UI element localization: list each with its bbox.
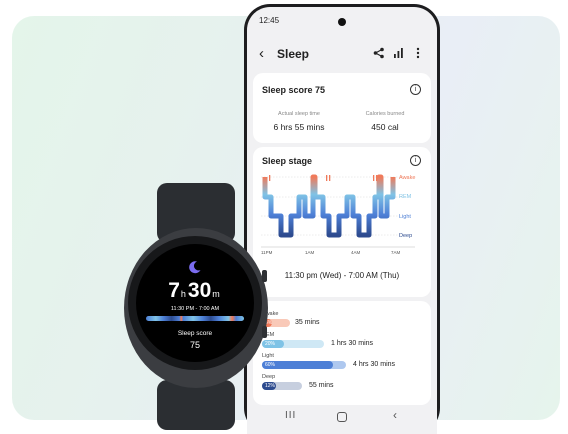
watch-minutes: 30 bbox=[187, 279, 212, 302]
deep-duration: 55 mins bbox=[309, 382, 334, 389]
watch-time-range: 11:30 PM - 7:00 AM bbox=[170, 306, 220, 312]
watch-side-button[interactable] bbox=[262, 326, 267, 338]
watch-crown-button[interactable] bbox=[262, 270, 267, 282]
actual-sleep-label: Actual sleep time bbox=[278, 111, 320, 117]
light-duration: 4 hrs 30 mins bbox=[353, 361, 396, 368]
tick-4am: 4AM bbox=[351, 250, 361, 255]
watch-hours-unit: h bbox=[180, 289, 186, 299]
stage-label-light: Light bbox=[399, 214, 411, 220]
more-icon[interactable] bbox=[415, 46, 421, 60]
moon-icon bbox=[189, 261, 201, 274]
rem-percent: 20% bbox=[265, 341, 276, 347]
watch-hours: 7 bbox=[168, 279, 180, 302]
light-bar: 60% bbox=[262, 361, 346, 369]
watch-minutes-unit: m bbox=[212, 289, 220, 299]
watch-stage-bar bbox=[146, 316, 244, 321]
calories-value: 450 cal bbox=[371, 122, 399, 132]
sleep-score-card[interactable]: Sleep score 75 i Actual sleep time 6 hrs… bbox=[253, 73, 431, 143]
awake-duration: 35 mins bbox=[295, 319, 320, 326]
recent-apps-button[interactable]: III bbox=[285, 410, 296, 421]
home-button[interactable] bbox=[337, 412, 347, 422]
watch-score: 75 bbox=[189, 340, 200, 350]
rem-bar: 20% bbox=[262, 340, 324, 348]
sleep-score-title: Sleep score 75 bbox=[262, 85, 326, 95]
page-title: Sleep bbox=[277, 47, 310, 61]
front-camera bbox=[338, 18, 346, 26]
info-icon[interactable]: i bbox=[410, 155, 421, 166]
sleep-time-range: 11:30 pm (Wed) - 7:00 AM (Thu) bbox=[284, 271, 400, 280]
share-icon[interactable] bbox=[372, 46, 386, 60]
actual-sleep-value: 6 hrs 55 mins bbox=[273, 122, 325, 132]
watch-score-label: Sleep score bbox=[177, 330, 213, 337]
sleep-stage-title: Sleep stage bbox=[262, 156, 313, 166]
tick-1am: 1AM bbox=[305, 250, 315, 255]
sleep-stage-card[interactable]: Sleep stage i Awake REM Light Deep 11PM … bbox=[253, 147, 431, 297]
rem-duration: 1 hrs 30 mins bbox=[331, 340, 374, 347]
stage-label-awake: Awake bbox=[399, 175, 415, 181]
tick-7am: 7AM bbox=[391, 250, 401, 255]
stage-breakdown-card: Awake 5% 35 mins REM 20% 1 hrs 30 mins L… bbox=[253, 301, 431, 405]
deep-percent: 12% bbox=[265, 383, 276, 389]
back-icon[interactable]: ‹ bbox=[259, 45, 264, 62]
stats-icon[interactable] bbox=[392, 46, 406, 60]
status-time: 12:45 bbox=[259, 16, 280, 25]
light-percent: 60% bbox=[265, 362, 276, 368]
stage-name-light: Light bbox=[262, 353, 274, 359]
stage-label-deep: Deep bbox=[399, 233, 412, 239]
tick-11pm: 11PM bbox=[261, 250, 273, 255]
stage-label-rem: REM bbox=[399, 194, 412, 200]
sleep-stage-chart: Awake REM Light Deep 11PM 1AM 4AM 7AM bbox=[261, 174, 415, 255]
calories-label: Calories burned bbox=[365, 111, 405, 117]
app-bar: ‹ Sleep bbox=[247, 43, 437, 67]
phone-screen: 12:45 ‹ Sleep Sleep score 75 i Actual sl… bbox=[247, 7, 437, 434]
info-icon[interactable]: i bbox=[410, 84, 421, 95]
deep-bar: 12% bbox=[262, 382, 302, 390]
watch-face[interactable]: 7h30m 11:30 PM - 7:00 AM Sleep score 75 bbox=[136, 244, 254, 362]
nav-back-button[interactable]: ‹ bbox=[393, 408, 397, 422]
phone-frame: 12:45 ‹ Sleep Sleep score 75 i Actual sl… bbox=[244, 4, 440, 434]
watch-sleep-duration: 7h30m bbox=[136, 279, 254, 303]
stage-name-deep: Deep bbox=[262, 374, 276, 380]
system-nav-bar: III ‹ bbox=[247, 407, 437, 433]
